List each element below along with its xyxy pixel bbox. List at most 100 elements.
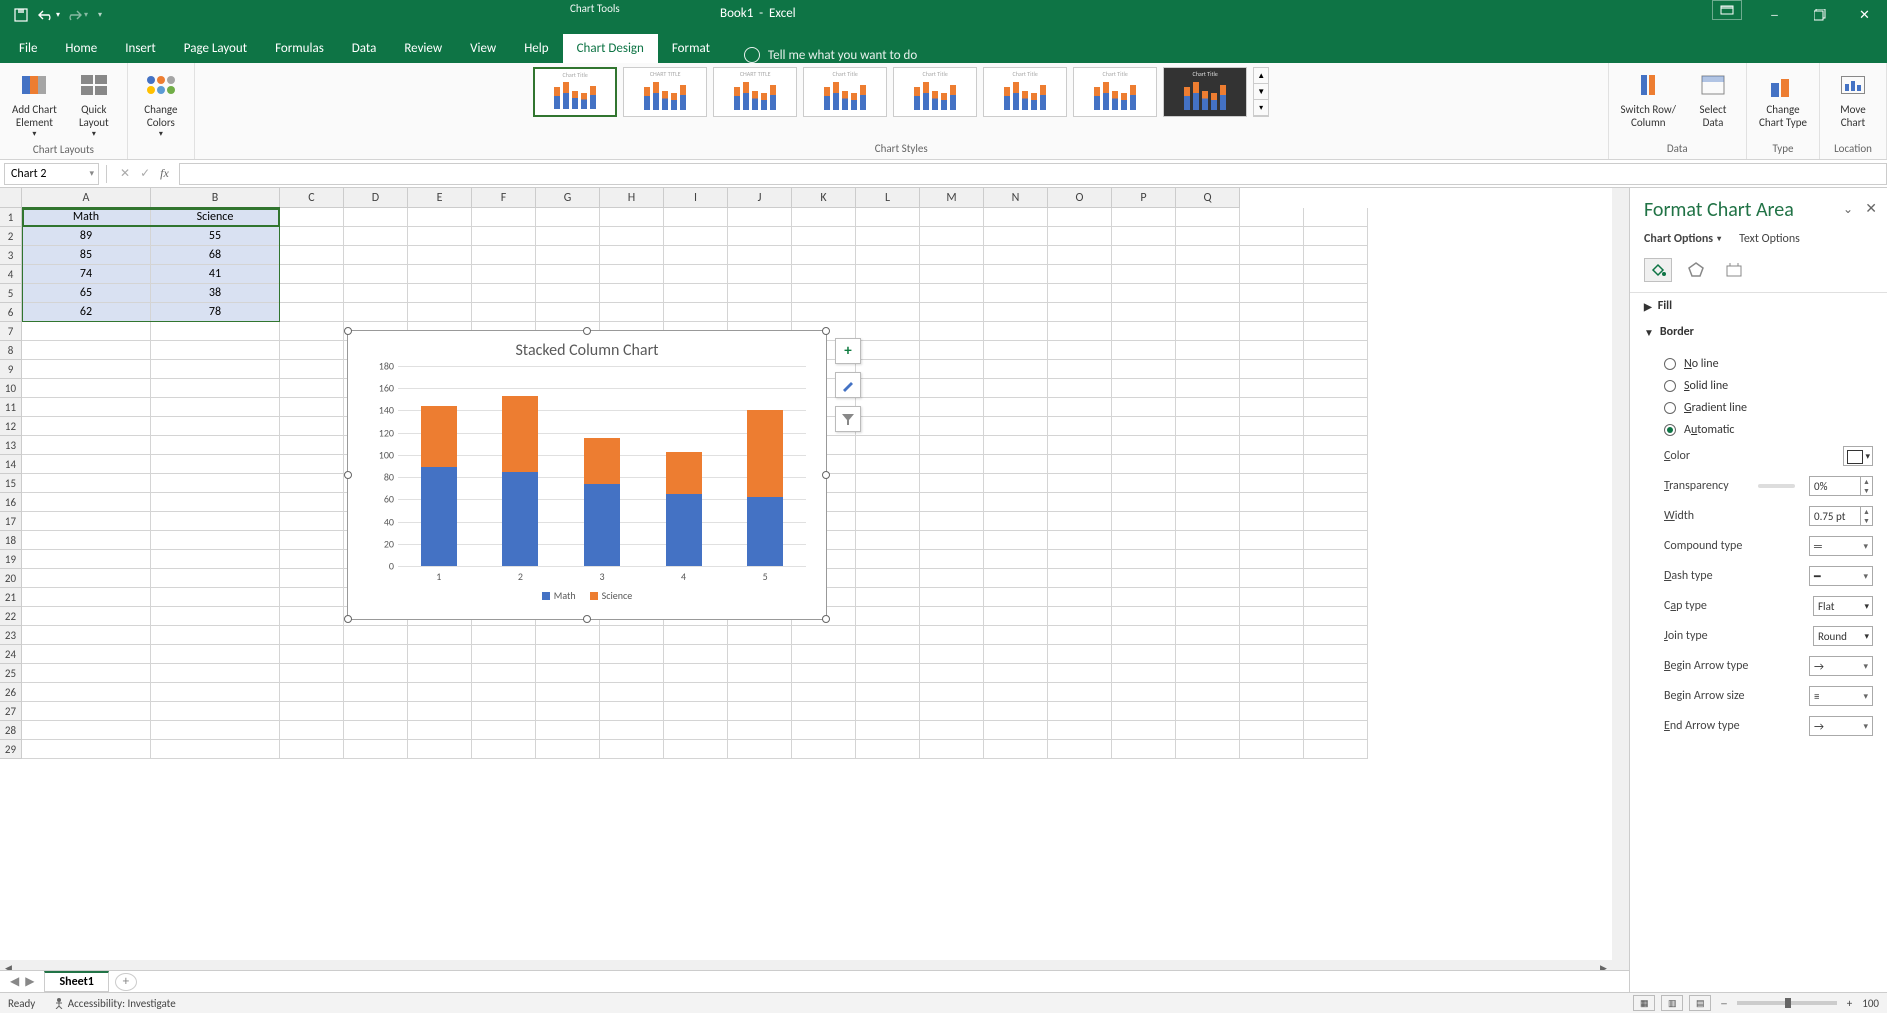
- chart-style-6[interactable]: Chart Title: [983, 67, 1067, 117]
- cell[interactable]: [1176, 265, 1240, 284]
- row-header[interactable]: 10: [0, 379, 22, 398]
- cell[interactable]: [1240, 227, 1304, 246]
- cell[interactable]: [1304, 227, 1368, 246]
- zoom-slider[interactable]: [1737, 1001, 1837, 1005]
- cell[interactable]: [408, 303, 472, 322]
- cell[interactable]: [600, 702, 664, 721]
- minimize-button[interactable]: ─: [1752, 0, 1797, 30]
- tab-page-layout[interactable]: Page Layout: [170, 34, 261, 63]
- cell-A23[interactable]: [22, 626, 151, 645]
- cell-A13[interactable]: [22, 436, 151, 455]
- cell[interactable]: [920, 626, 984, 645]
- cell[interactable]: [856, 436, 920, 455]
- cell[interactable]: [408, 246, 472, 265]
- cell[interactable]: [856, 512, 920, 531]
- cell[interactable]: [408, 284, 472, 303]
- cell[interactable]: [664, 664, 728, 683]
- cell[interactable]: [1048, 208, 1112, 227]
- cell[interactable]: [1240, 474, 1304, 493]
- cell[interactable]: [1304, 626, 1368, 645]
- cell[interactable]: [1304, 493, 1368, 512]
- cell[interactable]: [664, 303, 728, 322]
- cell-A18[interactable]: [22, 531, 151, 550]
- cell[interactable]: [984, 398, 1048, 417]
- cell[interactable]: [792, 284, 856, 303]
- cell[interactable]: [536, 265, 600, 284]
- cell[interactable]: [1304, 702, 1368, 721]
- cell[interactable]: [408, 721, 472, 740]
- cell-B6[interactable]: 78: [151, 303, 280, 322]
- cell[interactable]: [984, 626, 1048, 645]
- cell[interactable]: [1176, 588, 1240, 607]
- cell[interactable]: [1240, 740, 1304, 759]
- cell[interactable]: [856, 702, 920, 721]
- cell[interactable]: [728, 740, 792, 759]
- select-data-button[interactable]: Select Data: [1688, 67, 1738, 131]
- row-header[interactable]: 18: [0, 531, 22, 550]
- gallery-more[interactable]: ▾: [1254, 100, 1268, 116]
- cell[interactable]: [856, 531, 920, 550]
- cell-B18[interactable]: [151, 531, 280, 550]
- cell[interactable]: [1048, 398, 1112, 417]
- cell[interactable]: [1048, 740, 1112, 759]
- zoom-level[interactable]: 100: [1862, 997, 1879, 1010]
- embedded-chart[interactable]: Stacked Column Chart 0204060801001201401…: [347, 330, 827, 620]
- cell[interactable]: [856, 569, 920, 588]
- effects-tab-icon[interactable]: [1682, 258, 1710, 282]
- normal-view-button[interactable]: ▦: [1633, 995, 1655, 1011]
- cell[interactable]: [280, 607, 344, 626]
- cell[interactable]: [856, 607, 920, 626]
- cell[interactable]: [856, 303, 920, 322]
- resize-handle-n[interactable]: [583, 327, 591, 335]
- cell-B17[interactable]: [151, 512, 280, 531]
- vertical-scrollbar[interactable]: [1612, 188, 1629, 977]
- cell[interactable]: [1112, 303, 1176, 322]
- color-picker-button[interactable]: ▾: [1843, 446, 1873, 466]
- cell[interactable]: [1176, 379, 1240, 398]
- tab-file[interactable]: File: [5, 34, 51, 63]
- cell-B3[interactable]: 68: [151, 246, 280, 265]
- cell[interactable]: [280, 626, 344, 645]
- cell[interactable]: [1176, 721, 1240, 740]
- cell-A11[interactable]: [22, 398, 151, 417]
- cell-A24[interactable]: [22, 645, 151, 664]
- cell[interactable]: [1240, 493, 1304, 512]
- cell[interactable]: [344, 664, 408, 683]
- cell-A19[interactable]: [22, 550, 151, 569]
- cell[interactable]: [792, 740, 856, 759]
- cell[interactable]: [600, 626, 664, 645]
- cell[interactable]: [1048, 284, 1112, 303]
- add-sheet-button[interactable]: +: [115, 973, 137, 991]
- pane-close-button[interactable]: ✕: [1865, 200, 1877, 217]
- cell[interactable]: [472, 265, 536, 284]
- cell-A25[interactable]: [22, 664, 151, 683]
- cell[interactable]: [536, 702, 600, 721]
- cell[interactable]: [1048, 455, 1112, 474]
- cell[interactable]: [920, 436, 984, 455]
- cell[interactable]: [1112, 227, 1176, 246]
- cell[interactable]: [280, 664, 344, 683]
- cell[interactable]: [728, 246, 792, 265]
- no-line-radio[interactable]: No line: [1644, 353, 1873, 375]
- cell[interactable]: [664, 683, 728, 702]
- automatic-radio[interactable]: Automatic: [1644, 419, 1873, 441]
- cell[interactable]: [1176, 341, 1240, 360]
- cell-B2[interactable]: 55: [151, 227, 280, 246]
- resize-handle-se[interactable]: [822, 615, 830, 623]
- cell[interactable]: [280, 550, 344, 569]
- cell[interactable]: [920, 360, 984, 379]
- tab-view[interactable]: View: [456, 34, 510, 63]
- resize-handle-w[interactable]: [344, 471, 352, 479]
- cell[interactable]: [920, 569, 984, 588]
- cell[interactable]: [280, 436, 344, 455]
- cell[interactable]: [1176, 626, 1240, 645]
- cell[interactable]: [1112, 702, 1176, 721]
- begin-arrow-size-select[interactable]: ≡: [1809, 686, 1873, 706]
- cell[interactable]: [280, 246, 344, 265]
- close-button[interactable]: ✕: [1842, 0, 1887, 30]
- cell-B1[interactable]: Science: [151, 208, 280, 227]
- row-header[interactable]: 29: [0, 740, 22, 759]
- chart-elements-button[interactable]: +: [835, 338, 861, 364]
- cell[interactable]: [1048, 550, 1112, 569]
- cell[interactable]: [984, 607, 1048, 626]
